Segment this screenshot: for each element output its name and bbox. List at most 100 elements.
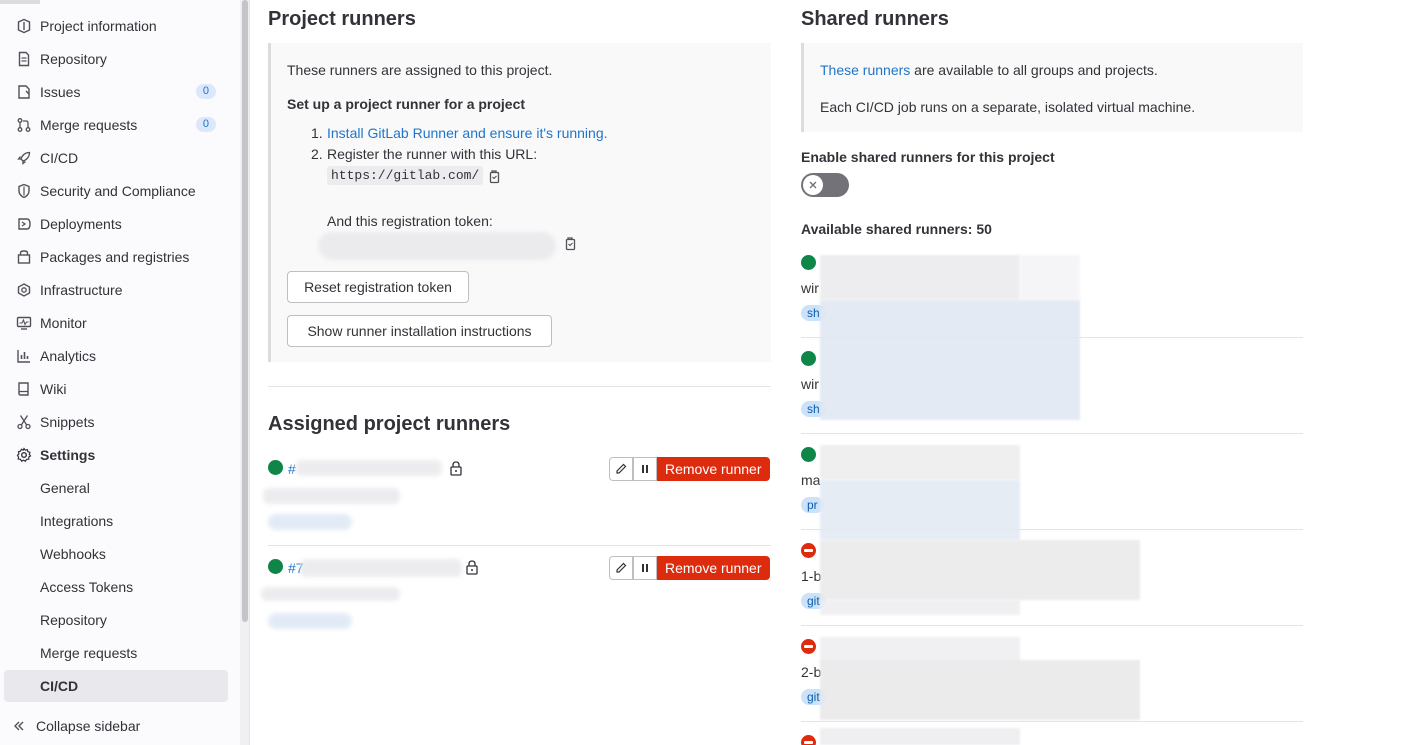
monitor-icon [4, 315, 40, 331]
sidebar-item-label: Analytics [40, 348, 97, 364]
sidebar-item-label: CI/CD [40, 150, 79, 166]
sidebar-scrollbar[interactable] [240, 0, 250, 745]
sidebar-item-ci-cd[interactable]: CI/CD [4, 142, 228, 174]
book-icon [4, 381, 40, 397]
show-runner-instructions-button[interactable]: Show runner installation instructions [287, 315, 552, 347]
sidebar-subitem-merge-requests[interactable]: Merge requests [4, 637, 228, 669]
these-runners-link[interactable]: These runners [820, 62, 910, 78]
sidebar-item-repository[interactable]: Repository [4, 43, 228, 75]
copy-token-icon[interactable] [563, 236, 577, 255]
assigned-runner-2-tag-redacted [268, 613, 352, 629]
sidebar-scrollbar-thumb[interactable] [242, 0, 248, 622]
settings-icon [4, 447, 40, 463]
enable-shared-runners-toggle[interactable] [801, 173, 849, 197]
shared-runners-title: Shared runners [801, 8, 949, 30]
sidebar-item-label: Repository [40, 51, 107, 67]
runner-divider [801, 721, 1303, 722]
install-runner-link[interactable]: Install GitLab Runner and ensure it's ru… [327, 125, 608, 141]
runner-divider [801, 433, 1303, 434]
sidebar-subitem-access-tokens[interactable]: Access Tokens [4, 571, 228, 603]
sidebar-item-label: Packages and registries [40, 249, 190, 265]
runner-paused-status-icon [801, 639, 816, 654]
assigned-runner-1-actions: Remove runner [609, 457, 770, 481]
available-shared-runners-count: Available shared runners: 50 [801, 221, 992, 237]
assigned-runner-1-id[interactable]: # [288, 461, 296, 477]
sidebar-item-label: Issues [40, 84, 81, 100]
edit-runner-button[interactable] [609, 457, 633, 481]
shared-runners-infobox [801, 43, 1303, 132]
sidebar-subitem-repository[interactable]: Repository [4, 604, 228, 636]
scissors-icon [4, 414, 40, 430]
vm-note: Each CI/CD job runs on a separate, isola… [820, 99, 1196, 115]
sidebar-subitem-webhooks[interactable]: Webhooks [4, 538, 228, 570]
sidebar-subitem-integrations[interactable]: Integrations [4, 505, 228, 537]
project-runners-title: Project runners [268, 8, 416, 30]
deployments-icon [4, 216, 40, 232]
edit-runner-button[interactable] [609, 556, 633, 580]
remove-runner-button[interactable]: Remove runner [657, 556, 770, 580]
sidebar-item-label: Merge requests [40, 117, 138, 133]
sidebar-item-label: Project information [40, 18, 157, 34]
sidebar-subitem-label: General [40, 480, 90, 496]
assigned-runner-2-actions: Remove runner [609, 556, 770, 580]
sidebar-item-snippets[interactable]: Snippets [4, 406, 228, 438]
remove-runner-button[interactable]: Remove runner [657, 457, 770, 481]
sidebar-subitem-general[interactable]: General [4, 472, 228, 504]
runner-paused-status-icon [801, 543, 816, 558]
assigned-runner-1-redacted [296, 460, 442, 476]
sidebar-subitem-label: Merge requests [40, 645, 138, 661]
project-runners-intro: These runners are assigned to this proje… [287, 62, 553, 78]
shared-runner-5-name: 2-b [801, 664, 822, 680]
sidebar-item-merge-requests[interactable]: Merge requests 0 [4, 109, 228, 141]
sidebar-subitem-label: Webhooks [40, 546, 106, 562]
sidebar-item-label: Snippets [40, 414, 95, 430]
shared-runner-2-name: wir [801, 376, 819, 392]
register-url-text: Register the runner with this URL: [327, 146, 538, 162]
token-label: And this registration token: [327, 213, 493, 229]
sidebar-item-infrastructure[interactable]: Infrastructure [4, 274, 228, 306]
runner-online-status-icon [268, 559, 283, 574]
sidebar-item-analytics[interactable]: Analytics [4, 340, 228, 372]
sidebar-item-issues[interactable]: Issues 0 [4, 76, 228, 108]
sidebar-item-label: Infrastructure [40, 282, 123, 298]
runner-url-code: https://gitlab.com/ [327, 166, 484, 185]
sidebar-item-security[interactable]: Security and Compliance [4, 175, 228, 207]
reset-registration-token-button[interactable]: Reset registration token [287, 271, 469, 303]
sidebar-subitem-label: Access Tokens [40, 579, 134, 595]
sidebar-item-wiki[interactable]: Wiki [4, 373, 228, 405]
sidebar-item-label: Monitor [40, 315, 87, 331]
collapse-sidebar-button[interactable]: Collapse sidebar [0, 710, 240, 742]
double-chevron-left-icon [0, 719, 36, 733]
runner-paused-status-icon [801, 735, 816, 745]
runner-online-status-icon [801, 447, 816, 462]
sidebar-subitem-ci-cd[interactable]: CI/CD [4, 670, 228, 702]
sidebar-item-label: Security and Compliance [40, 183, 196, 199]
sidebar-item-label: Wiki [40, 381, 67, 397]
sidebar-item-deployments[interactable]: Deployments [4, 208, 228, 240]
sidebar-top-divider [0, 0, 40, 4]
merge-requests-count-badge: 0 [195, 117, 216, 132]
registration-token-redacted [318, 232, 556, 260]
toggle-knob [803, 175, 823, 195]
setup-heading: Set up a project runner for a project [287, 96, 526, 112]
pause-runner-button[interactable] [633, 556, 657, 580]
sidebar-item-project-information[interactable]: Project information [4, 10, 228, 42]
sidebar-subitem-label: CI/CD [40, 678, 79, 694]
step-1-number: 1. [311, 125, 323, 141]
step-2-number: 2. [311, 146, 323, 162]
shared-runner-3-name: ma [801, 472, 821, 488]
package-icon [4, 249, 40, 265]
runner-online-status-icon [801, 255, 816, 270]
sidebar-subitem-label: Repository [40, 612, 107, 628]
copy-url-icon[interactable] [487, 169, 501, 188]
runner-divider [268, 545, 771, 546]
sidebar-item-label: Deployments [40, 216, 122, 232]
shared-runners-intro-rest: are available to all groups and projects… [910, 62, 1158, 78]
pause-runner-button[interactable] [633, 457, 657, 481]
sidebar-item-label: Settings [40, 447, 96, 463]
sidebar-item-packages[interactable]: Packages and registries [4, 241, 228, 273]
runner-online-status-icon [268, 460, 283, 475]
sidebar-subitem-label: Integrations [40, 513, 114, 529]
sidebar-item-settings[interactable]: Settings [4, 439, 228, 471]
sidebar-item-monitor[interactable]: Monitor [4, 307, 228, 339]
